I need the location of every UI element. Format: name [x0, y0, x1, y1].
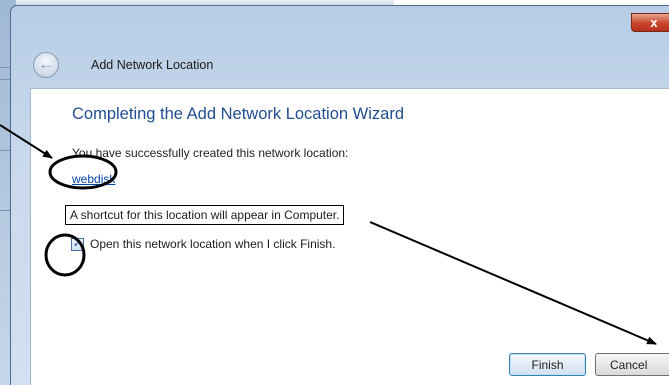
dialog-title: Add Network Location [91, 58, 214, 72]
shortcut-info-text: A shortcut for this location will appear… [65, 205, 345, 225]
open-location-checkbox[interactable]: ✓ [71, 237, 84, 251]
back-arrow-icon[interactable]: ← [33, 52, 59, 78]
window-close-button[interactable]: x [631, 13, 669, 32]
finish-button[interactable]: Finish [509, 353, 586, 376]
add-network-location-dialog: x ← Add Network Location Completing the … [10, 5, 669, 385]
success-message: You have successfully created this netwo… [72, 146, 349, 160]
open-location-label: Open this network location when I click … [90, 237, 336, 251]
network-location-link[interactable]: webdisk [72, 172, 115, 186]
cancel-button[interactable]: Cancel [595, 353, 669, 376]
wizard-content-panel: Completing the Add Network Location Wiza… [30, 88, 669, 385]
wizard-heading: Completing the Add Network Location Wiza… [72, 105, 404, 123]
open-location-option[interactable]: ✓ Open this network location when I clic… [71, 236, 335, 252]
